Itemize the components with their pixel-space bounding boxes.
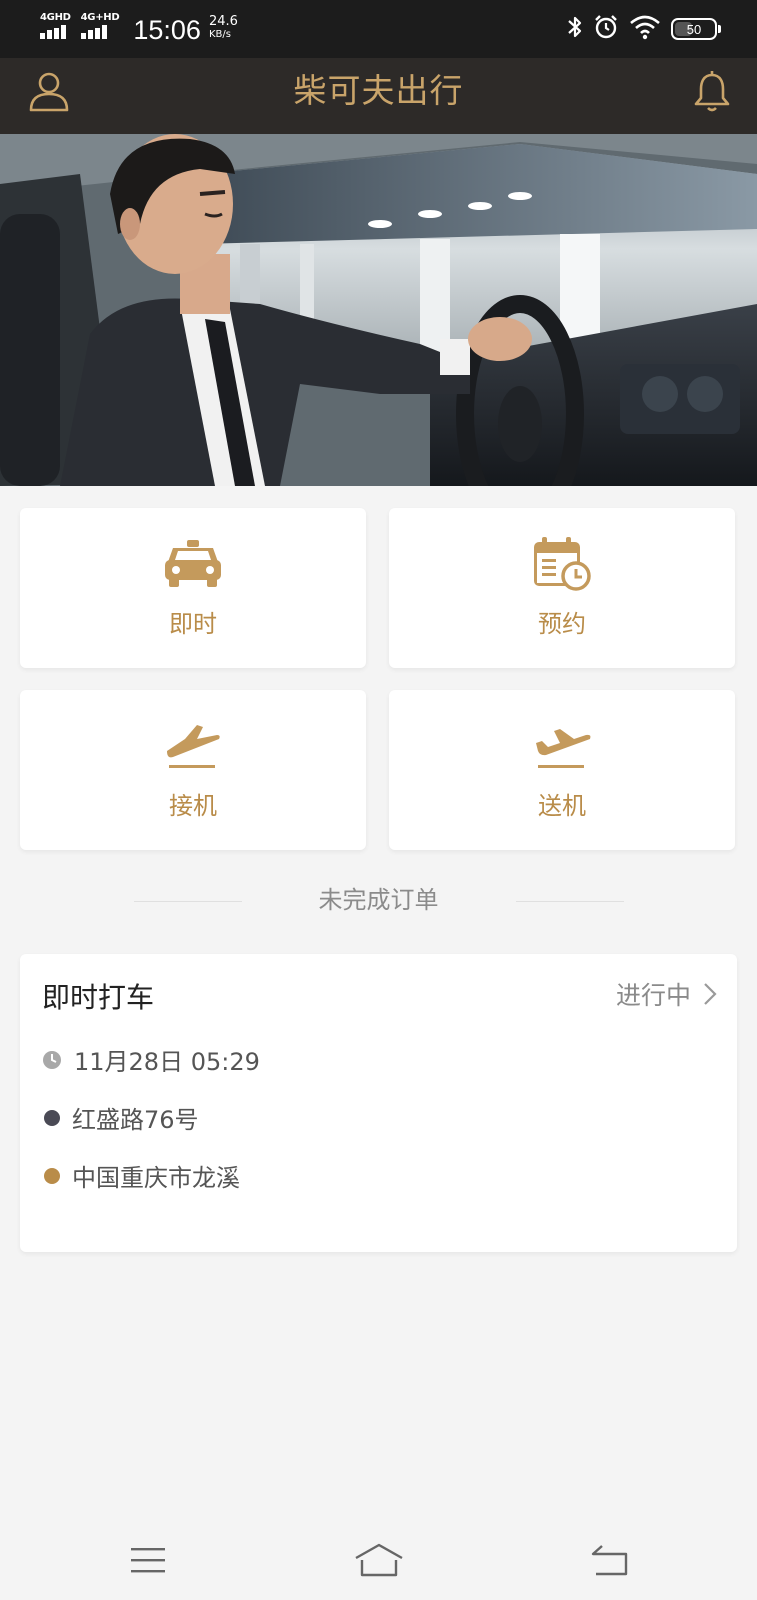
profile-button[interactable]: [24, 66, 74, 116]
destination-dot: [44, 1167, 60, 1184]
calendar-clock-icon: [530, 536, 594, 592]
service-label: 接机: [169, 792, 217, 820]
alarm-icon: [593, 14, 619, 44]
network-speed-value: 24.6: [208, 14, 238, 29]
battery-icon: 50: [671, 18, 721, 40]
order-to-row: 中国重庆市龙溪: [42, 1158, 240, 1193]
chevron-right-icon: [704, 983, 717, 1005]
order-card[interactable]: 即时打车 进行中 11月28日 05:29 红盛路76号 中国重庆市龙溪: [20, 954, 737, 1252]
network-speed: 24.6 KB/s: [209, 15, 238, 41]
bell-icon: [694, 71, 730, 112]
orders-section-header: 未完成订单: [0, 880, 757, 920]
home-button[interactable]: [349, 1538, 409, 1582]
driver-in-car-photo: [0, 134, 757, 486]
bluetooth-icon: [567, 14, 583, 44]
network-signal-1: 4GHD: [40, 12, 71, 39]
status-bar: 4GHD 4G+HD 15:06 24.6 KB/s 50: [0, 0, 757, 58]
clock-icon: [43, 1050, 61, 1069]
menu-button[interactable]: [118, 1538, 178, 1582]
wifi-icon: [629, 14, 661, 44]
banner-image[interactable]: [0, 134, 757, 486]
order-time: 11月28日 05:29: [74, 1048, 260, 1076]
network-speed-unit: KB/s: [208, 29, 231, 40]
reservation-button[interactable]: 预约: [389, 508, 735, 668]
plane-takeoff-icon: [530, 718, 594, 774]
service-label: 预约: [538, 610, 586, 638]
plane-landing-icon: [161, 718, 225, 774]
divider-line: [516, 901, 624, 902]
app-header: 柴可夫出行: [0, 58, 757, 134]
service-label: 即时: [169, 610, 217, 638]
order-to: 中国重庆市龙溪: [72, 1164, 240, 1192]
home-icon: [355, 1543, 403, 1577]
service-label: 送机: [538, 792, 586, 820]
network-type-label: 4GHD: [40, 12, 71, 23]
instant-ride-button[interactable]: 即时: [20, 508, 366, 668]
menu-icon: [131, 1548, 165, 1573]
order-time-row: 11月28日 05:29: [42, 1042, 260, 1077]
network-type-label: 4G+HD: [80, 12, 120, 23]
back-icon: [591, 1545, 628, 1576]
order-type: 即时打车: [42, 981, 155, 1014]
taxi-icon: [161, 536, 225, 592]
order-status-link[interactable]: 进行中: [616, 976, 717, 1012]
section-title: 未完成订单: [318, 886, 439, 914]
order-from-row: 红盛路76号: [42, 1100, 199, 1135]
network-signal-2: 4G+HD: [80, 12, 120, 39]
airport-dropoff-button[interactable]: 送机: [389, 690, 735, 850]
order-from: 红盛路76号: [72, 1106, 199, 1134]
airport-pickup-button[interactable]: 接机: [20, 690, 366, 850]
system-nav-bar: [0, 1520, 757, 1600]
notifications-button[interactable]: [687, 66, 737, 116]
signal-icon: [80, 25, 107, 39]
status-time: 15:06: [133, 15, 201, 45]
back-button[interactable]: [580, 1538, 640, 1582]
page-title: 柴可夫出行: [293, 71, 464, 110]
status-text: 进行中: [615, 981, 691, 1010]
user-icon: [29, 72, 69, 112]
signal-icon: [40, 25, 66, 39]
origin-dot: [44, 1109, 60, 1126]
